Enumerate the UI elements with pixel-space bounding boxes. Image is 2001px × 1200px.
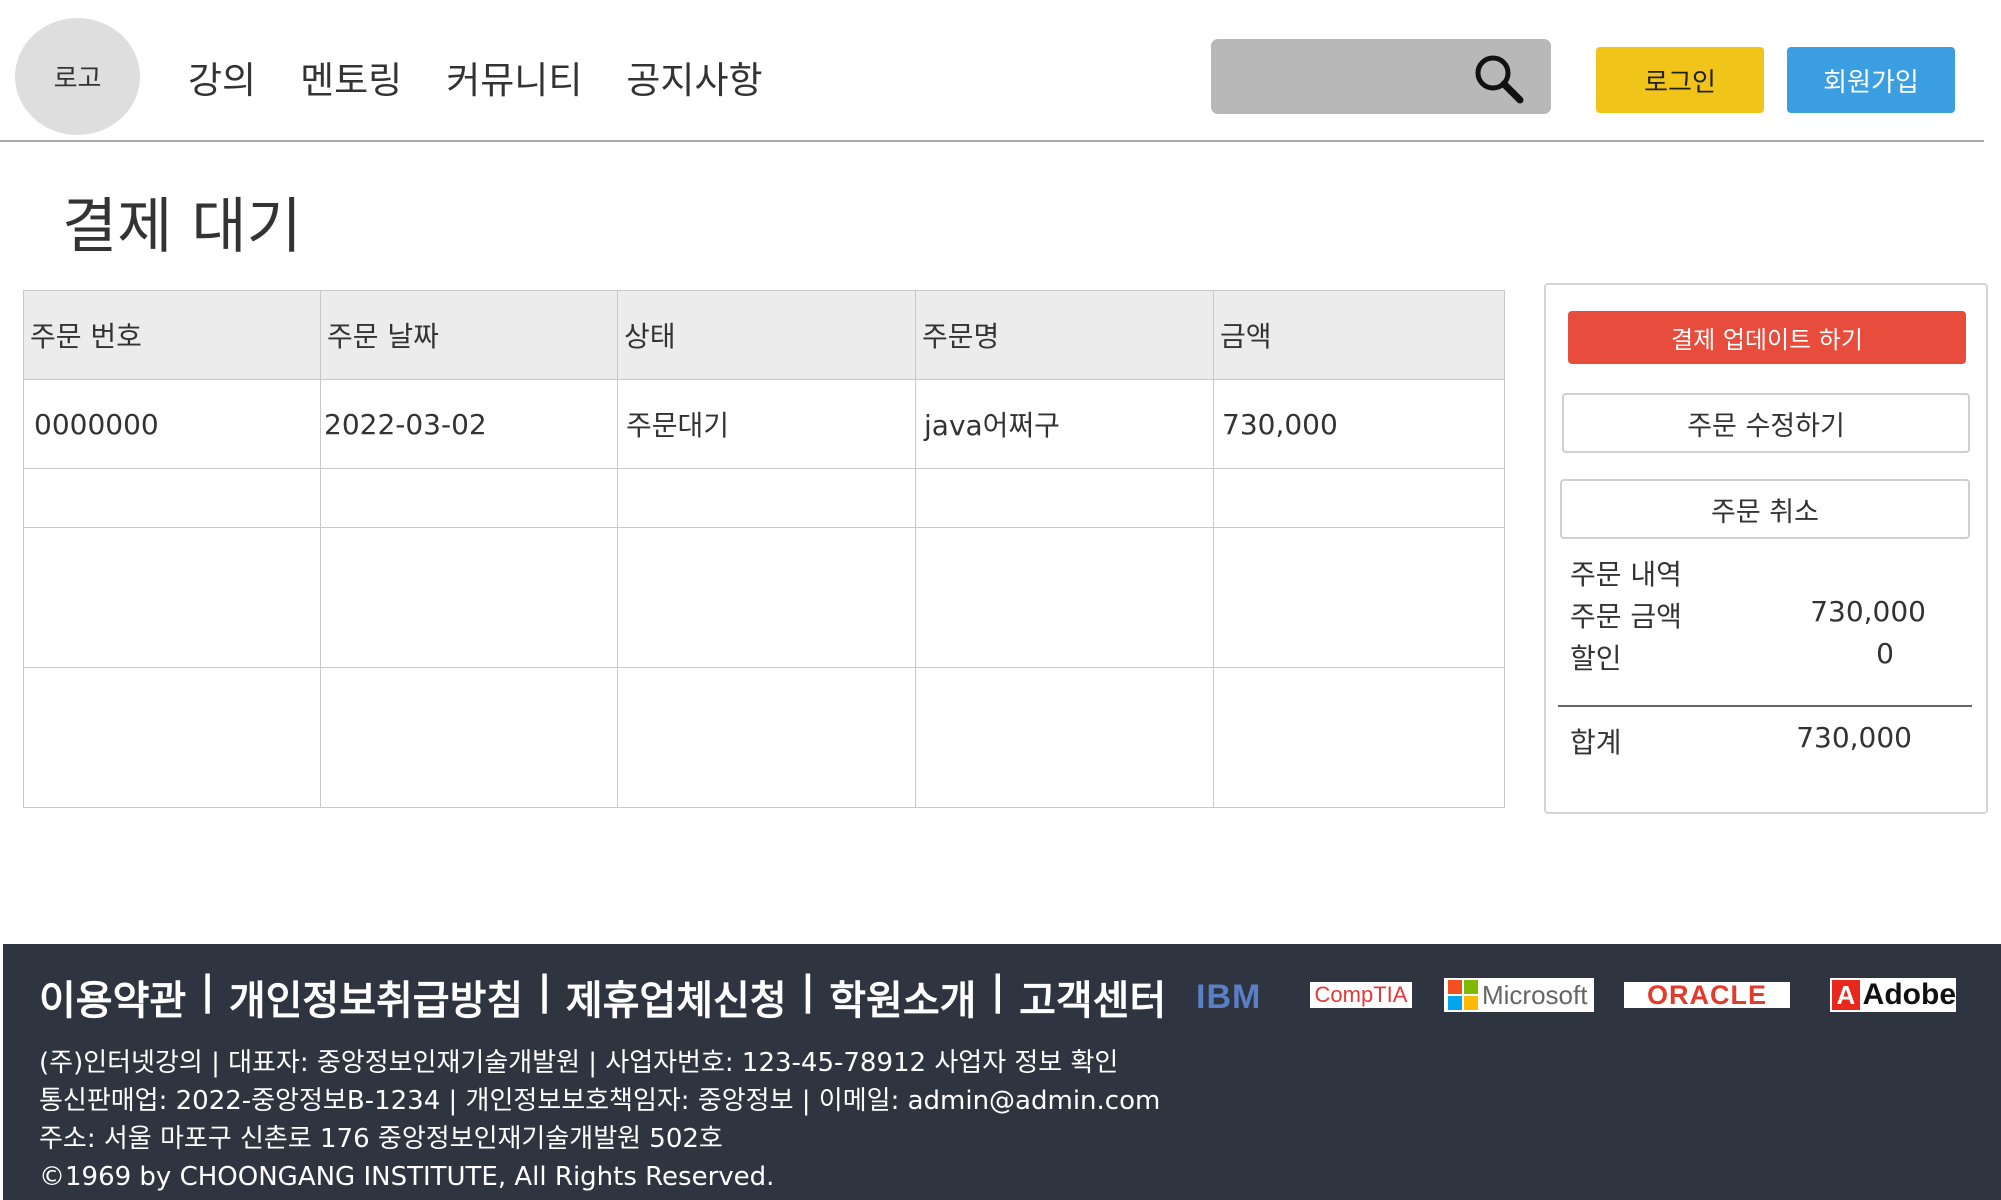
- empty-cell: [23, 667, 321, 808]
- total-value: 730,000: [1796, 721, 1912, 754]
- company-info: (주)인터넷강의 | 대표자: 중앙정보인재기술개발원 | 사업자번호: 123…: [39, 1044, 1160, 1196]
- footer-link-support[interactable]: 고객센터: [1019, 968, 1166, 1026]
- comptia-logo: CompTIA: [1310, 982, 1412, 1008]
- nav-item-mentoring[interactable]: 멘토링: [300, 50, 402, 104]
- empty-cell: [23, 527, 321, 668]
- order-summary-panel: 결제 업데이트 하기 주문 수정하기 주문 취소 주문 내역 주문 금액 730…: [1544, 283, 1988, 814]
- partner-logos: IBM CompTIA Microsoft ORACLE A Adobe: [1196, 978, 1956, 1016]
- empty-table-row: [23, 468, 1505, 528]
- footer-links: 이용약관 | 개인정보취급방침 | 제휴업체신청 | 학원소개 | 고객센터: [39, 968, 1166, 1026]
- total-label: 합계: [1570, 726, 1622, 759]
- order-number-cell: 0000000: [23, 379, 321, 469]
- footer-link-privacy[interactable]: 개인정보취급방침: [229, 968, 523, 1026]
- empty-cell: [617, 527, 916, 668]
- footer-link-about[interactable]: 학원소개: [829, 968, 976, 1026]
- summary-title: 주문 내역: [1570, 558, 1682, 591]
- order-name-cell: java어쩌구: [915, 379, 1214, 469]
- company-info-line: 통신판매업: 2022-중앙정보B-1234 | 개인정보보호책임자: 중앙정보…: [39, 1086, 1161, 1116]
- empty-cell: [320, 468, 618, 528]
- empty-cell: [320, 527, 618, 668]
- adobe-logo: A Adobe: [1830, 978, 1956, 1012]
- empty-cell: [915, 667, 1214, 808]
- search-input[interactable]: [1211, 39, 1481, 114]
- discount-row: 할인 0: [1570, 637, 1926, 677]
- discount-value: 0: [1876, 637, 1894, 670]
- adobe-wordmark: Adobe: [1862, 978, 1956, 1011]
- microsoft-logo: Microsoft: [1444, 978, 1594, 1012]
- empty-cell: [915, 468, 1214, 528]
- summary-divider: [1558, 705, 1972, 707]
- oracle-logo: ORACLE: [1624, 980, 1790, 1010]
- footer-separator: |: [200, 968, 215, 1014]
- company-info-line: (주)인터넷강의 | 대표자: 중앙정보인재기술개발원 | 사업자번호: 123…: [39, 1048, 1119, 1078]
- empty-table-row: [23, 527, 1505, 668]
- footer-link-terms[interactable]: 이용약관: [39, 968, 186, 1026]
- empty-cell: [915, 527, 1214, 668]
- empty-cell: [1213, 667, 1505, 808]
- footer-separator: |: [990, 968, 1006, 1014]
- microsoft-wordmark: Microsoft: [1482, 979, 1588, 1010]
- search-box: [1211, 39, 1551, 114]
- nav-item-community[interactable]: 커뮤니티: [446, 50, 582, 104]
- empty-cell: [1213, 527, 1505, 668]
- empty-cell: [320, 667, 618, 808]
- nav-item-notices[interactable]: 공지사항: [626, 50, 762, 104]
- column-header-order-number: 주문 번호: [23, 290, 321, 380]
- login-button[interactable]: 로그인: [1596, 47, 1764, 113]
- column-header-status: 상태: [617, 290, 916, 380]
- site-footer: 이용약관 | 개인정보취급방침 | 제휴업체신청 | 학원소개 | 고객센터 I…: [3, 944, 2001, 1200]
- empty-cell: [23, 468, 321, 528]
- table-row[interactable]: 0000000 2022-03-02 주문대기 java어쩌구 730,000: [23, 379, 1505, 469]
- empty-cell: [617, 667, 916, 808]
- discount-label: 할인: [1570, 642, 1622, 675]
- copyright: ©1969 by CHOONGANG INSTITUTE, All Rights…: [39, 1162, 775, 1192]
- footer-separator: |: [537, 968, 552, 1014]
- nav-item-lectures[interactable]: 강의: [188, 50, 256, 104]
- empty-table-row: [23, 667, 1505, 808]
- update-payment-button[interactable]: 결제 업데이트 하기: [1568, 311, 1966, 364]
- signup-button[interactable]: 회원가입: [1787, 47, 1955, 113]
- total-row: 합계 730,000: [1570, 721, 1912, 761]
- microsoft-tiles-icon: [1448, 980, 1478, 1010]
- edit-order-button[interactable]: 주문 수정하기: [1562, 393, 1970, 453]
- adobe-mark-icon: A: [1832, 980, 1860, 1010]
- logo[interactable]: 로고: [15, 18, 140, 135]
- status-cell: 주문대기: [617, 379, 916, 469]
- column-header-order-date: 주문 날짜: [320, 290, 618, 380]
- page-title: 결제 대기: [62, 192, 302, 262]
- order-table: 주문 번호 주문 날짜 상태 주문명 금액 0000000 2022-03-02…: [23, 290, 1505, 808]
- order-date-cell: 2022-03-02: [320, 379, 618, 469]
- search-icon[interactable]: [1471, 51, 1525, 105]
- empty-cell: [1213, 468, 1505, 528]
- order-amount-label: 주문 금액: [1570, 600, 1682, 633]
- column-header-amount: 금액: [1213, 290, 1505, 380]
- ibm-logo: IBM: [1196, 978, 1280, 1016]
- footer-separator: |: [800, 968, 816, 1014]
- amount-cell: 730,000: [1213, 379, 1505, 469]
- table-header-row: 주문 번호 주문 날짜 상태 주문명 금액: [23, 290, 1505, 380]
- cancel-order-button[interactable]: 주문 취소: [1560, 479, 1970, 539]
- column-header-order-name: 주문명: [915, 290, 1214, 380]
- site-header: 로고 강의 멘토링 커뮤니티 공지사항 로그인 회원가입: [0, 0, 1984, 142]
- footer-link-partnership[interactable]: 제휴업체신청: [566, 968, 787, 1026]
- order-amount-value: 730,000: [1810, 595, 1926, 628]
- company-info-line: 주소: 서울 마포구 신촌로 176 중앙정보인재기술개발원 502호: [39, 1124, 723, 1154]
- main-nav: 강의 멘토링 커뮤니티 공지사항: [188, 50, 763, 104]
- order-amount-row: 주문 금액 730,000: [1570, 595, 1926, 635]
- empty-cell: [617, 468, 916, 528]
